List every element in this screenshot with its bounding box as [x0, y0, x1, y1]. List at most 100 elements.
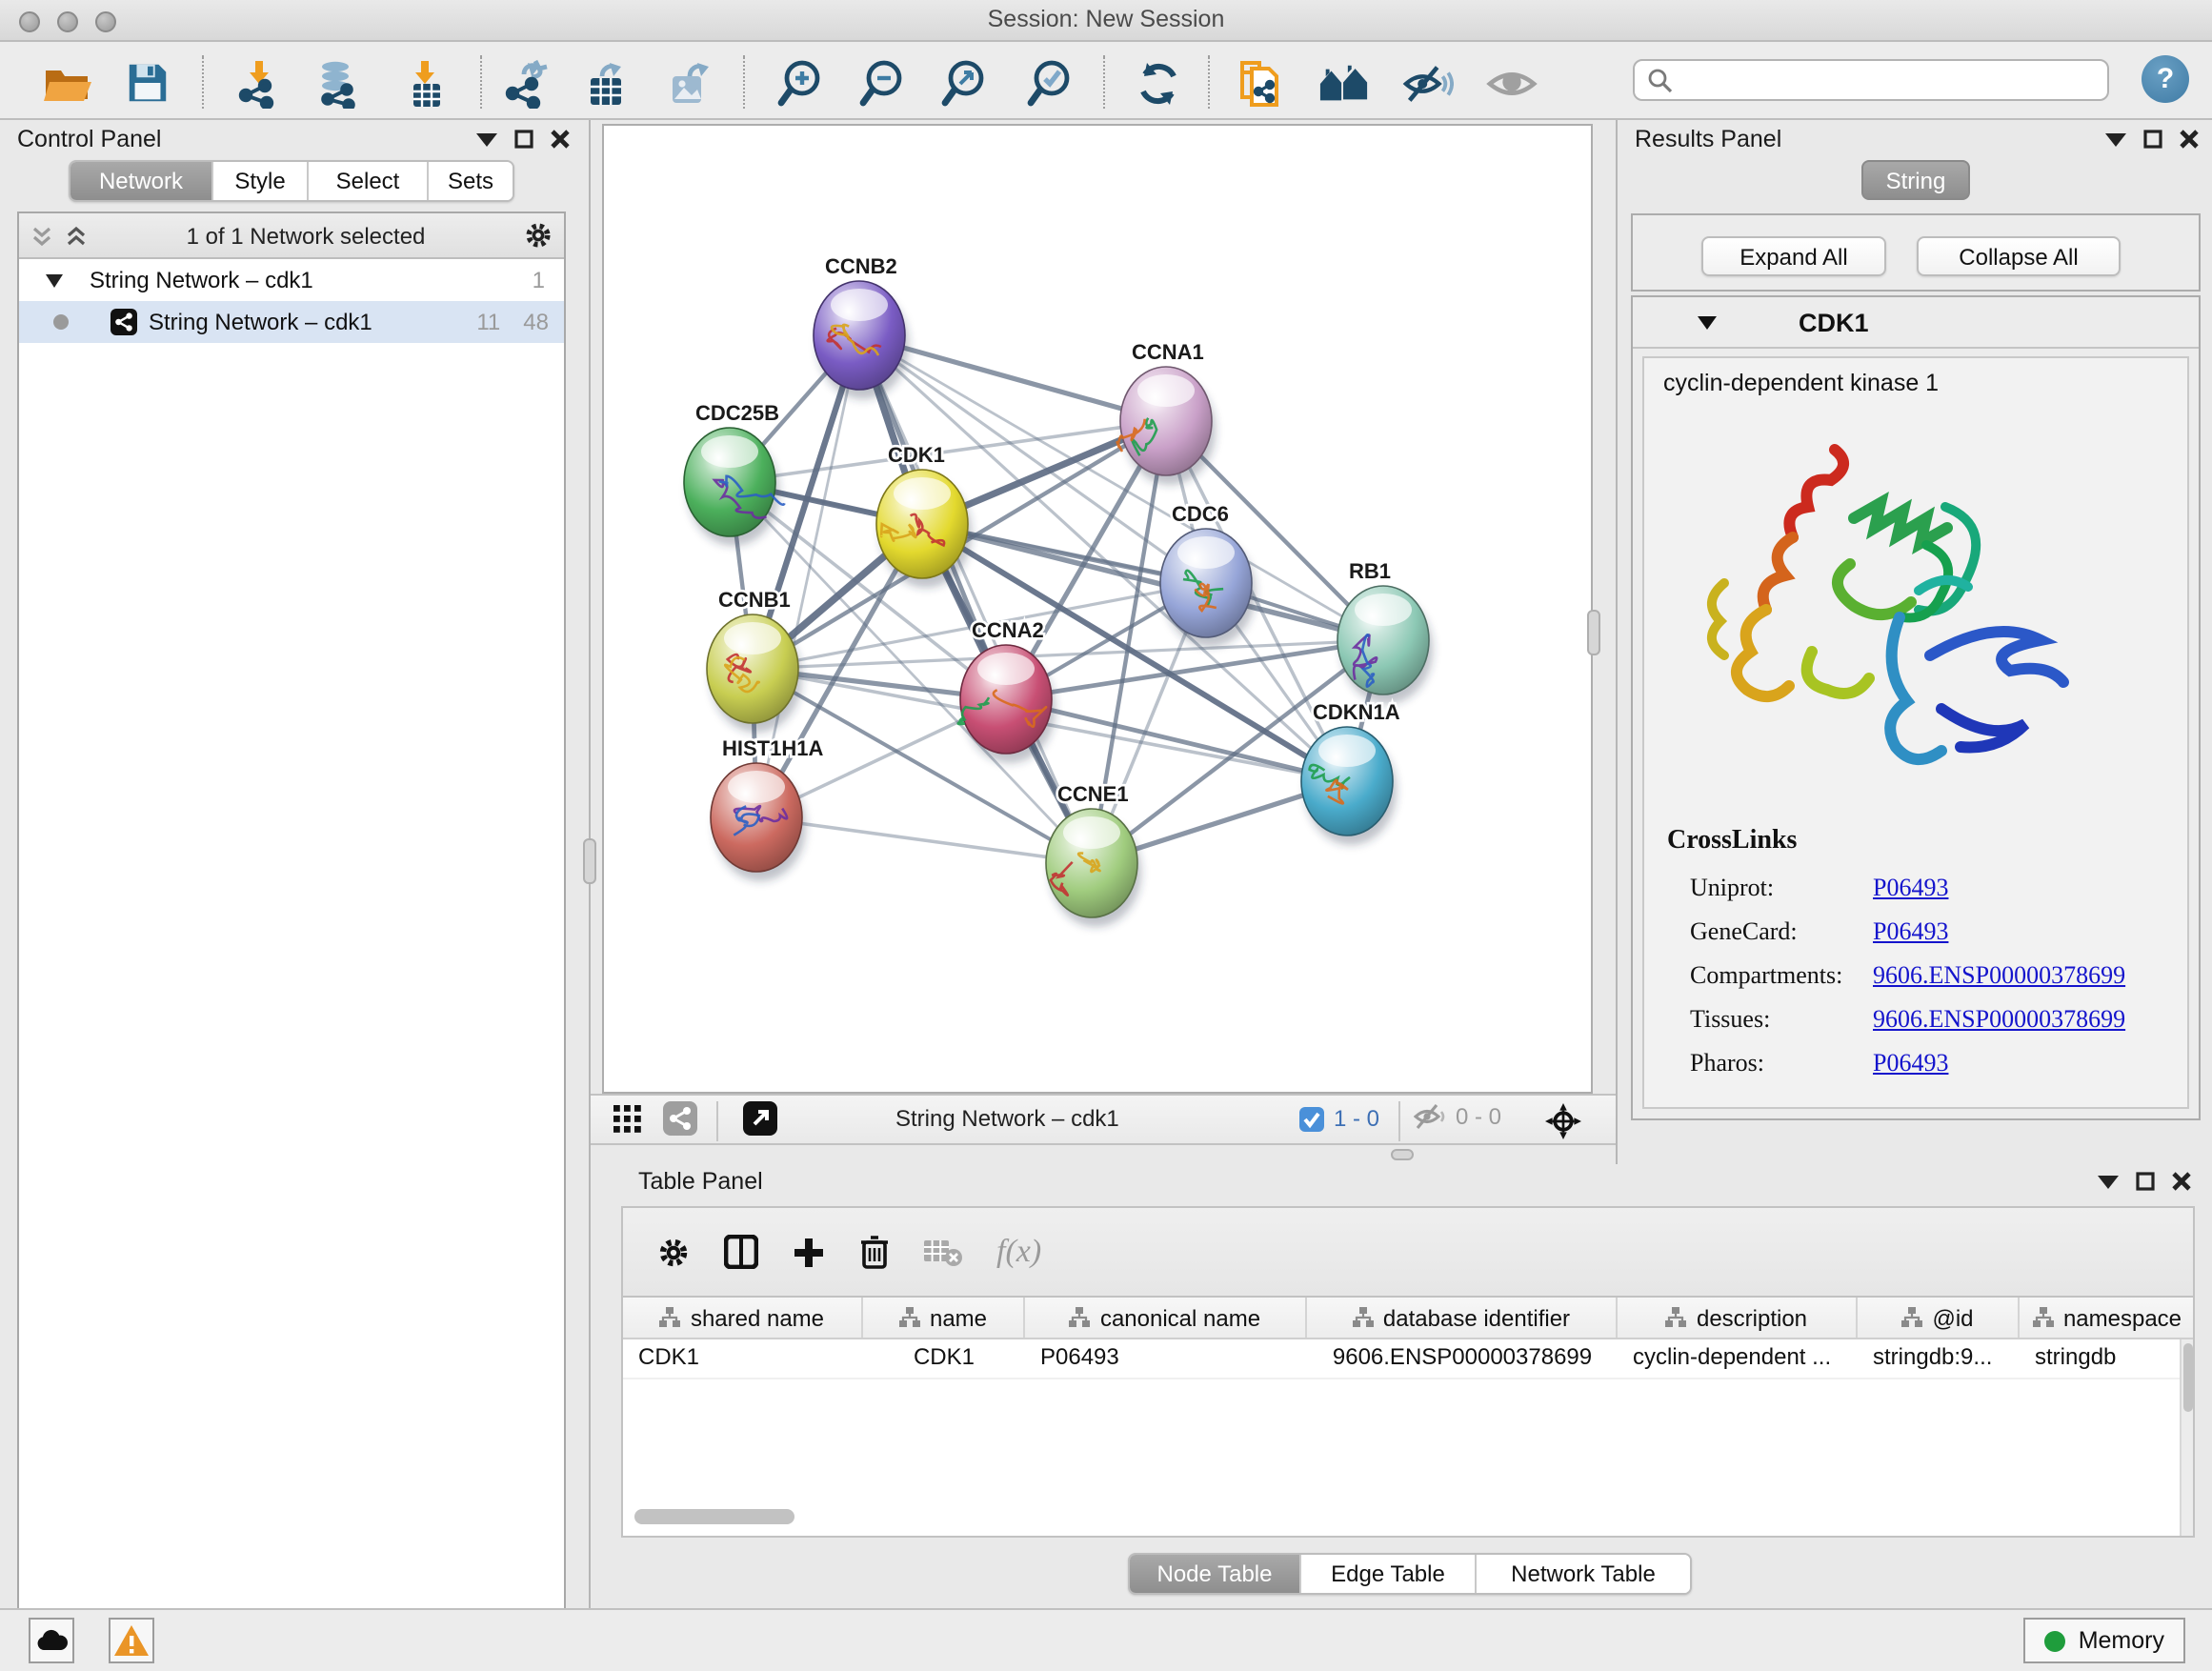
column-header-namespace[interactable]: namespace — [2020, 1298, 2195, 1338]
birds-eye-view-button[interactable] — [606, 1097, 648, 1139]
panel-float-icon[interactable] — [2105, 131, 2126, 147]
network-node-CCNA2[interactable]: CCNA2 — [958, 618, 1056, 763]
duplicate-network-button[interactable] — [1235, 57, 1286, 109]
panel-maximize-icon[interactable] — [2143, 130, 2162, 149]
horizontal-scrollbar[interactable] — [634, 1509, 794, 1524]
network-node-CDK1[interactable]: CDK1 — [876, 443, 972, 588]
right-splitter-handle[interactable] — [1587, 610, 1600, 655]
table-cell[interactable]: 9606.ENSP00000378699 — [1307, 1339, 1618, 1378]
column-header-canonical-name[interactable]: canonical name — [1025, 1298, 1307, 1338]
horizontal-splitter-handle[interactable] — [1391, 1149, 1414, 1160]
import-table-from-file-button[interactable] — [398, 57, 450, 109]
delete-table-icon[interactable] — [924, 1238, 962, 1266]
warnings-button[interactable] — [109, 1618, 154, 1663]
export-table-button[interactable] — [581, 57, 633, 109]
crosslink-value-link[interactable]: P06493 — [1873, 1047, 1948, 1077]
column-header-shared-name[interactable]: shared name — [623, 1298, 863, 1338]
expand-all-networks-icon[interactable] — [65, 224, 88, 247]
table-cell[interactable]: cyclin-dependent ... — [1618, 1339, 1858, 1378]
network-overview-button[interactable] — [659, 1097, 701, 1139]
column-header-database-identifier[interactable]: database identifier — [1307, 1298, 1618, 1338]
column-header--id[interactable]: @id — [1858, 1298, 2020, 1338]
table-cell[interactable]: P06493 — [1025, 1339, 1307, 1378]
column-header-description[interactable]: description — [1618, 1298, 1858, 1338]
panel-close-icon[interactable] — [551, 130, 570, 149]
table-row[interactable]: CDK1CDK1P064939606.ENSP00000378699cyclin… — [623, 1339, 2193, 1379]
panel-maximize-icon[interactable] — [514, 130, 533, 149]
import-network-from-database-button[interactable] — [311, 57, 362, 109]
table-cell[interactable]: CDK1 — [863, 1339, 1025, 1378]
network-collection-row[interactable]: String Network – cdk1 1 — [19, 259, 564, 301]
starter-panel-button[interactable] — [1318, 57, 1370, 109]
column-header-name[interactable]: name — [863, 1298, 1025, 1338]
tab-network-table[interactable]: Network Table — [1477, 1555, 1690, 1593]
zoom-selected-button[interactable] — [1023, 57, 1075, 109]
open-session-button[interactable] — [40, 57, 91, 109]
hide-graphics-details-button[interactable] — [1402, 57, 1454, 109]
search-field[interactable] — [1633, 59, 2109, 101]
selected-checkbox-icon[interactable] — [1299, 1106, 1324, 1131]
tab-style[interactable]: Style — [213, 162, 309, 200]
panel-float-icon[interactable] — [476, 131, 497, 147]
crosslink-value-link[interactable]: 9606.ENSP00000378699 — [1873, 1003, 2125, 1034]
network-node-CCNA1[interactable]: CCNA1 — [1117, 340, 1216, 485]
network-edge[interactable] — [756, 817, 1092, 863]
table-cell[interactable]: CDK1 — [623, 1339, 863, 1378]
delete-column-trash-icon[interactable] — [859, 1235, 890, 1269]
table-cell[interactable]: stringdb:9... — [1858, 1339, 2020, 1378]
tree-expander-icon[interactable] — [46, 273, 63, 287]
table-options-gear-icon[interactable] — [657, 1236, 690, 1268]
export-view-button[interactable] — [739, 1097, 781, 1139]
cloud-status-button[interactable] — [29, 1618, 74, 1663]
tab-string[interactable]: String — [1861, 160, 1970, 200]
fit-selected-button[interactable] — [1539, 1097, 1585, 1143]
show-columns-icon[interactable] — [724, 1235, 758, 1269]
export-image-button[interactable] — [665, 57, 716, 109]
apply-layout-button[interactable] — [1132, 57, 1183, 109]
tab-sets[interactable]: Sets — [429, 162, 513, 200]
network-canvas[interactable]: CCNB2CCNA1CDC25BCDK1CDC6RB1CCNB1CCNA2HIS… — [602, 124, 1593, 1094]
gene-section-header[interactable]: CDK1 — [1633, 297, 2199, 349]
search-input[interactable] — [1673, 65, 2107, 95]
export-network-button[interactable] — [499, 57, 551, 109]
panel-close-icon[interactable] — [2172, 1172, 2191, 1191]
collapse-all-networks-icon[interactable] — [30, 224, 53, 247]
table-cell[interactable]: stringdb — [2020, 1339, 2195, 1378]
expand-all-button[interactable]: Expand All — [1701, 236, 1886, 276]
panel-float-icon[interactable] — [2098, 1174, 2119, 1189]
network-node-CDKN1A[interactable]: CDKN1A — [1301, 700, 1400, 845]
zoom-fit-button[interactable] — [937, 57, 989, 109]
left-splitter-handle[interactable] — [583, 838, 596, 884]
zoom-in-button[interactable] — [774, 57, 825, 109]
panel-close-icon[interactable] — [2180, 130, 2199, 149]
network-node-CCNB1[interactable]: CCNB1 — [707, 588, 802, 733]
network-row-selected[interactable]: String Network – cdk1 11 48 — [19, 301, 564, 343]
panel-maximize-icon[interactable] — [2136, 1172, 2155, 1191]
crosslink-value-link[interactable]: P06493 — [1873, 916, 1948, 946]
vertical-scrollbar[interactable] — [2180, 1339, 2193, 1536]
zoom-out-button[interactable] — [855, 57, 907, 109]
memory-button[interactable]: Memory — [2023, 1618, 2185, 1663]
tab-node-table[interactable]: Node Table — [1130, 1555, 1301, 1593]
crosslink-value-link[interactable]: P06493 — [1873, 872, 1948, 902]
network-node-HIST1H1A[interactable]: HIST1H1A — [711, 736, 823, 881]
network-node-CCNB2[interactable]: CCNB2 — [814, 254, 909, 399]
import-network-from-file-button[interactable] — [232, 57, 284, 109]
save-session-button[interactable] — [122, 57, 173, 109]
function-builder-icon[interactable]: f(x) — [996, 1233, 1041, 1271]
tab-network[interactable]: Network — [70, 162, 213, 200]
tab-edge-table[interactable]: Edge Table — [1301, 1555, 1477, 1593]
network-options-gear-icon[interactable] — [524, 221, 553, 250]
network-node-CDC25B[interactable]: CDC25B — [684, 401, 784, 546]
node-table[interactable]: shared namenamecanonical namedatabase id… — [621, 1298, 2195, 1538]
help-button[interactable]: ? — [2142, 55, 2189, 103]
collapse-gene-icon[interactable] — [1698, 314, 1717, 330]
crosslink-value-link[interactable]: 9606.ENSP00000378699 — [1873, 959, 2125, 990]
create-column-plus-icon[interactable] — [793, 1236, 825, 1268]
network-node-CDC6[interactable]: CDC6 — [1160, 502, 1256, 647]
network-node-CCNE1[interactable]: CCNE1 — [1046, 782, 1141, 927]
show-graphics-details-button[interactable] — [1486, 57, 1538, 109]
network-graph[interactable]: CCNB2CCNA1CDC25BCDK1CDC6RB1CCNB1CCNA2HIS… — [604, 126, 1591, 1092]
tab-select[interactable]: Select — [309, 162, 429, 200]
collapse-all-button[interactable]: Collapse All — [1917, 236, 2121, 276]
